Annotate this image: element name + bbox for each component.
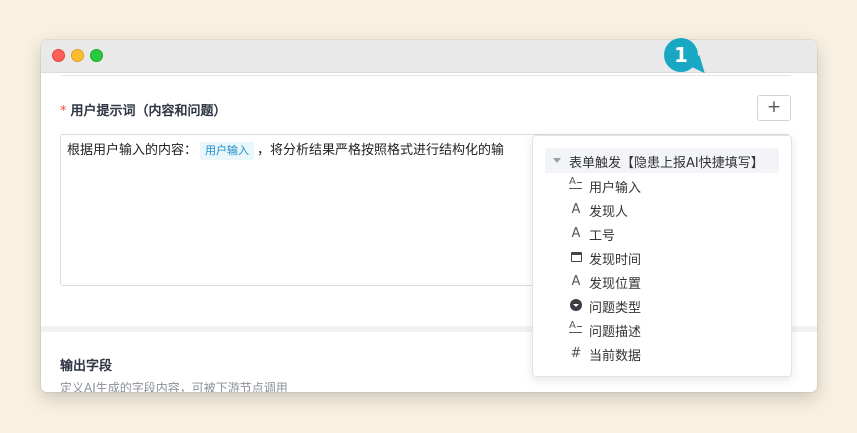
maximize-window-button[interactable] <box>90 49 103 62</box>
dropdown-item-label: 当前数据 <box>589 349 642 364</box>
user-prompt-label: * 用户提示词（内容和问题） <box>60 100 227 119</box>
close-window-button[interactable] <box>52 49 65 62</box>
dropdown-item-label: 发现时间 <box>589 253 642 268</box>
dropdown-item-issue-type[interactable]: 问题类型 <box>569 296 769 316</box>
dropdown-item-discovery-location[interactable]: A 发现位置 <box>569 272 769 292</box>
user-prompt-label-text: 用户提示词（内容和问题） <box>70 104 227 119</box>
dropdown-item-discoverer[interactable]: A 发现人 <box>569 200 769 220</box>
prompt-text-before: 根据用户输入的内容： <box>67 143 198 158</box>
dropdown-item-label: 用户输入 <box>589 181 642 196</box>
variable-chip-user-input[interactable]: 用户输入 <box>200 142 255 160</box>
caret-down-icon <box>553 158 561 163</box>
dropdown-item-current-data[interactable]: # 当前数据 <box>569 344 769 364</box>
dropdown-group-header[interactable]: 表单触发【隐患上报AI快捷填写】 <box>545 148 779 173</box>
dropdown-item-issue-description[interactable]: A 问题描述 <box>569 320 769 340</box>
text-a-icon: A <box>571 202 581 217</box>
output-fields-description: 定义AI生成的字段内容，可被下游节点调用 <box>60 381 288 392</box>
dropdown-item-employee-id[interactable]: A 工号 <box>569 224 769 244</box>
text-lines-icon: A <box>569 321 583 338</box>
select-icon <box>570 299 582 311</box>
dropdown-item-label: 发现人 <box>589 205 629 220</box>
calendar-icon <box>571 252 582 262</box>
section-divider <box>61 72 791 76</box>
required-mark: * <box>60 104 67 119</box>
dropdown-item-label: 发现位置 <box>589 277 642 292</box>
variable-dropdown: 表单触发【隐患上报AI快捷填写】 A 用户输入 A 发现人 A 工号 发现时间 … <box>532 135 792 377</box>
output-fields-title: 输出字段 <box>60 359 113 374</box>
dropdown-item-label: 工号 <box>589 229 616 244</box>
hash-icon: # <box>570 346 582 361</box>
text-a-icon: A <box>571 274 581 289</box>
dropdown-item-discovery-time[interactable]: 发现时间 <box>569 248 769 268</box>
dropdown-group-title: 表单触发【隐患上报AI快捷填写】 <box>569 156 764 171</box>
prompt-text: 根据用户输入的内容： 用户输入 ，将分析结果严格按照格式进行结构化的输 <box>67 141 504 161</box>
text-a-icon: A <box>571 226 581 241</box>
add-variable-button[interactable]: + <box>757 95 791 121</box>
dropdown-item-label: 问题类型 <box>589 301 642 316</box>
dropdown-item-label: 问题描述 <box>589 325 642 340</box>
text-lines-icon: A <box>569 177 583 194</box>
prompt-text-after: ，将分析结果严格按照格式进行结构化的输 <box>257 143 505 158</box>
dropdown-item-user-input[interactable]: A 用户输入 <box>569 176 769 196</box>
minimize-window-button[interactable] <box>71 49 84 62</box>
step-callout-badge: 1 <box>664 38 698 72</box>
